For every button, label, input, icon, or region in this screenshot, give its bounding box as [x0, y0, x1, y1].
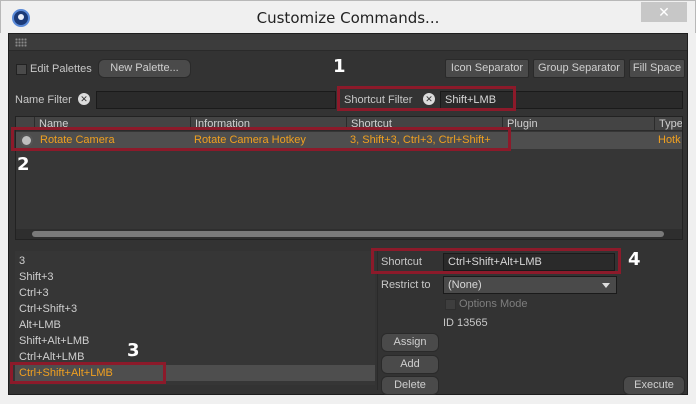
group-separator-button[interactable]: Group Separator — [533, 59, 625, 78]
icon-separator-button[interactable]: Icon Separator — [445, 59, 529, 78]
window-title: Customize Commands... — [256, 9, 440, 27]
command-id: ID 13565 — [443, 317, 488, 329]
list-item[interactable]: Ctrl+Shift+3 — [15, 301, 375, 317]
scrollbar-thumb[interactable] — [32, 231, 664, 237]
new-palette-button[interactable]: New Palette... — [98, 59, 191, 78]
options-mode-label: Options Mode — [459, 298, 528, 310]
column-header-plugin[interactable]: Plugin — [502, 117, 654, 131]
restrict-to-value: (None) — [448, 279, 482, 291]
title-bar: Customize Commands... ✕ — [0, 0, 696, 33]
grip-handle-icon[interactable] — [15, 38, 27, 47]
annotation-number-1: 1 — [333, 56, 346, 77]
column-header-type[interactable]: Type — [654, 117, 682, 131]
name-filter-input[interactable] — [96, 91, 336, 109]
delete-button[interactable]: Delete — [381, 376, 439, 395]
callout-box-1 — [337, 86, 516, 111]
annotation-number-4: 4 — [628, 249, 641, 270]
list-item[interactable]: Alt+LMB — [15, 317, 375, 333]
close-button[interactable]: ✕ — [641, 2, 687, 22]
list-item[interactable]: Ctrl+3 — [15, 285, 375, 301]
list-item[interactable]: Shift+3 — [15, 269, 375, 285]
annotation-number-2: 2 — [17, 154, 30, 175]
row-plugin — [502, 132, 654, 149]
row-type: Hotk — [658, 134, 681, 146]
chevron-down-icon — [602, 283, 610, 288]
callout-box-3 — [10, 362, 166, 384]
annotation-number-3: 3 — [127, 340, 140, 361]
callout-box-2 — [11, 127, 511, 151]
add-button[interactable]: Add — [381, 355, 439, 374]
fill-space-button[interactable]: Fill Space — [629, 59, 685, 78]
horizontal-scrollbar[interactable] — [16, 229, 682, 239]
restrict-to-label: Restrict to — [381, 279, 431, 291]
list-item[interactable]: Shift+Alt+LMB — [15, 333, 375, 349]
callout-box-4 — [371, 248, 621, 274]
restrict-to-select[interactable]: (None) — [443, 276, 617, 294]
edit-palettes-checkbox[interactable] — [16, 64, 27, 75]
grip-strip — [9, 34, 687, 51]
list-item[interactable]: 3 — [15, 253, 375, 269]
edit-palettes-label: Edit Palettes — [30, 63, 92, 75]
assign-button[interactable]: Assign — [381, 333, 439, 352]
name-filter-label: Name Filter — [15, 94, 72, 106]
clear-name-filter-icon[interactable]: ✕ — [78, 93, 90, 105]
options-mode-checkbox[interactable] — [445, 299, 456, 310]
execute-button[interactable]: Execute — [623, 376, 685, 395]
